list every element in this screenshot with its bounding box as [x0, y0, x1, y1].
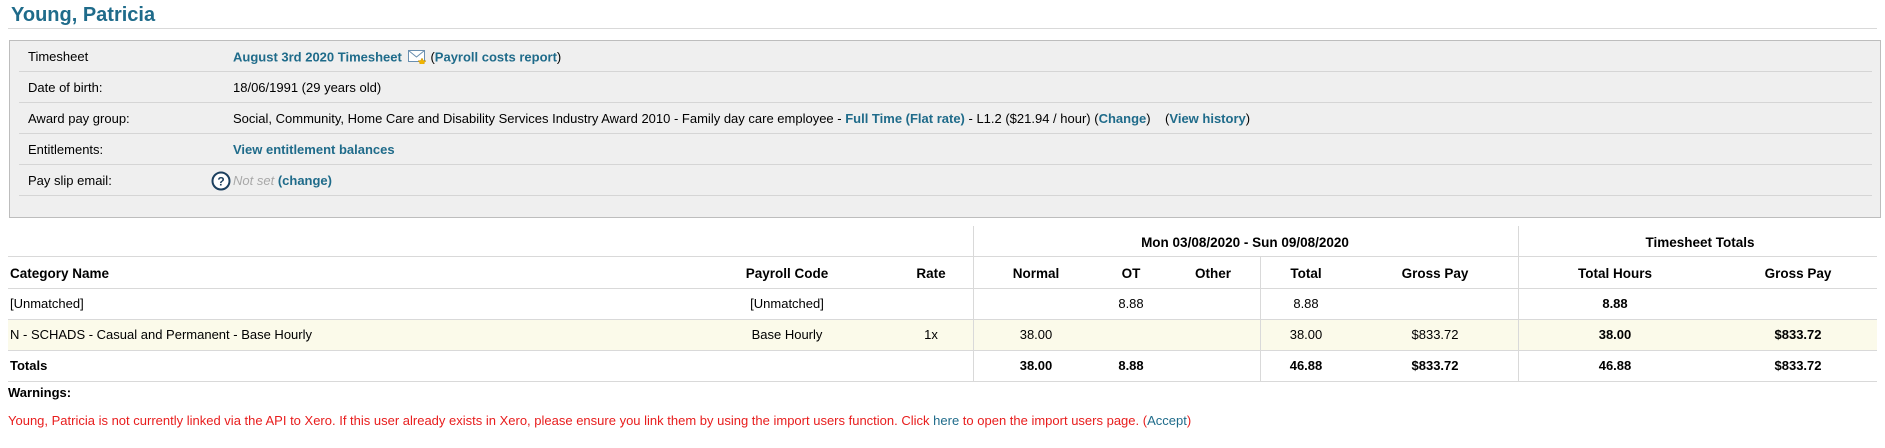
col-gross-pay: Gross Pay	[1401, 266, 1469, 281]
dob-row: Date of birth: 18/06/1991 (29 years old)	[19, 72, 1872, 103]
payroll-costs-report-link[interactable]: Payroll costs report	[435, 49, 557, 64]
history-paren-close: )	[1245, 111, 1251, 126]
dob-label: Date of birth:	[28, 80, 103, 95]
award-row: Award pay group: Social, Community, Home…	[19, 103, 1872, 134]
row-total-hours: 38.00	[1598, 327, 1632, 342]
dob-value: 18/06/1991 (29 years old)	[233, 80, 382, 95]
employee-name: Young, Patricia	[11, 4, 156, 26]
payslip-email-value: Not set (change)	[233, 173, 332, 188]
col-payroll-code: Payroll Code	[745, 266, 829, 281]
view-history-link[interactable]: View history	[1169, 111, 1245, 126]
row-payroll-code: Base Hourly	[751, 327, 823, 342]
import-users-here-link[interactable]: here	[933, 413, 959, 428]
col-other: Other	[1194, 266, 1232, 281]
warning-message: Young, Patricia is not currently linked …	[8, 413, 1191, 428]
row-category: [Unmatched]	[10, 296, 84, 311]
change-award-link[interactable]: Change	[1099, 111, 1147, 126]
timesheet-page: Young, Patricia Timesheet August 3rd 202…	[0, 0, 1885, 448]
timesheet-row: Timesheet August 3rd 2020 Timesheet (Pay…	[19, 41, 1872, 72]
award-text: Social, Community, Home Care and Disabil…	[233, 111, 846, 126]
payslip-email-status: Not set	[233, 173, 275, 188]
col-normal: Normal	[1012, 266, 1060, 281]
timesheet-label: Timesheet	[28, 49, 89, 64]
column-header-divider	[8, 288, 1877, 289]
totals-ts-gross-pay: $833.72	[1774, 358, 1822, 373]
timesheet-totals-header: Timesheet Totals	[1645, 235, 1755, 250]
question-circle-icon[interactable]: ?	[211, 171, 231, 194]
totals-left-border	[1518, 226, 1519, 381]
accept-warning-link[interactable]: Accept	[1147, 413, 1187, 428]
period-left-border	[973, 226, 974, 381]
row-ts-gross-pay: $833.72	[1774, 327, 1822, 342]
employment-type-link[interactable]: Full Time (Flat rate)	[845, 111, 965, 126]
totals-normal: 38.00	[1019, 358, 1053, 373]
totals-gross-pay: $833.72	[1411, 358, 1459, 373]
entitlements-label: Entitlements:	[28, 142, 104, 157]
entitlements-row: Entitlements: View entitlement balances	[19, 134, 1872, 165]
totals-ot: 8.88	[1118, 358, 1144, 373]
row-category: N - SCHADS - Casual and Permanent - Base…	[10, 327, 313, 342]
timesheet-value: August 3rd 2020 Timesheet (Payroll costs…	[233, 49, 561, 67]
warning-text-after: to open the import users page. (	[959, 413, 1148, 428]
row-normal: 38.00	[1019, 327, 1053, 342]
period-header: Mon 03/08/2020 - Sun 09/08/2020	[1141, 235, 1349, 250]
col-total-hours: Total Hours	[1578, 266, 1652, 281]
col-ts-gross-pay: Gross Pay	[1764, 266, 1832, 281]
warnings-title: Warnings:	[8, 385, 72, 400]
totals-total-hours: 46.88	[1598, 358, 1632, 373]
row-total: 8.88	[1293, 296, 1319, 311]
award-paren-close: )	[1146, 111, 1151, 126]
row-total: 38.00	[1289, 327, 1323, 342]
row-total-hours: 8.88	[1602, 296, 1628, 311]
report-paren-close: )	[556, 49, 562, 65]
row-gross-pay: $833.72	[1411, 327, 1459, 342]
employee-info-panel: Timesheet August 3rd 2020 Timesheet (Pay…	[9, 40, 1881, 218]
payslip-email-label: Pay slip email:	[28, 173, 112, 188]
change-payslip-email-link[interactable]: (change)	[278, 173, 332, 188]
award-rate-text: - L1.2 ($21.94 / hour) (	[964, 111, 1099, 126]
award-value: Social, Community, Home Care and Disabil…	[233, 111, 1250, 126]
totals-label: Totals	[10, 358, 48, 373]
totals-divider	[8, 381, 1877, 382]
entitlements-value: View entitlement balances	[233, 142, 395, 157]
timesheet-link[interactable]: August 3rd 2020 Timesheet	[233, 49, 402, 64]
row-rate: 1x	[924, 327, 938, 342]
row-divider	[8, 319, 1877, 320]
svg-text:?: ?	[217, 175, 224, 189]
col-ot: OT	[1121, 266, 1141, 281]
envelope-icon[interactable]	[408, 49, 428, 67]
header-divider	[8, 256, 1877, 257]
row-payroll-code: [Unmatched]	[750, 296, 824, 311]
warning-paren-close: )	[1186, 413, 1192, 428]
row-divider	[8, 350, 1877, 351]
col-total: Total	[1290, 266, 1322, 281]
award-label: Award pay group:	[28, 111, 130, 126]
warning-text-before: Young, Patricia is not currently linked …	[8, 413, 934, 428]
totals-total: 46.88	[1289, 358, 1323, 373]
payslip-email-row: Pay slip email: ? Not set (change)	[19, 165, 1872, 196]
total-column-border	[1260, 256, 1261, 381]
col-rate: Rate	[916, 266, 946, 281]
title-divider	[8, 28, 1877, 29]
row-ot: 8.88	[1118, 296, 1144, 311]
view-entitlement-balances-link[interactable]: View entitlement balances	[233, 142, 395, 157]
col-category-name: Category Name	[10, 266, 110, 281]
